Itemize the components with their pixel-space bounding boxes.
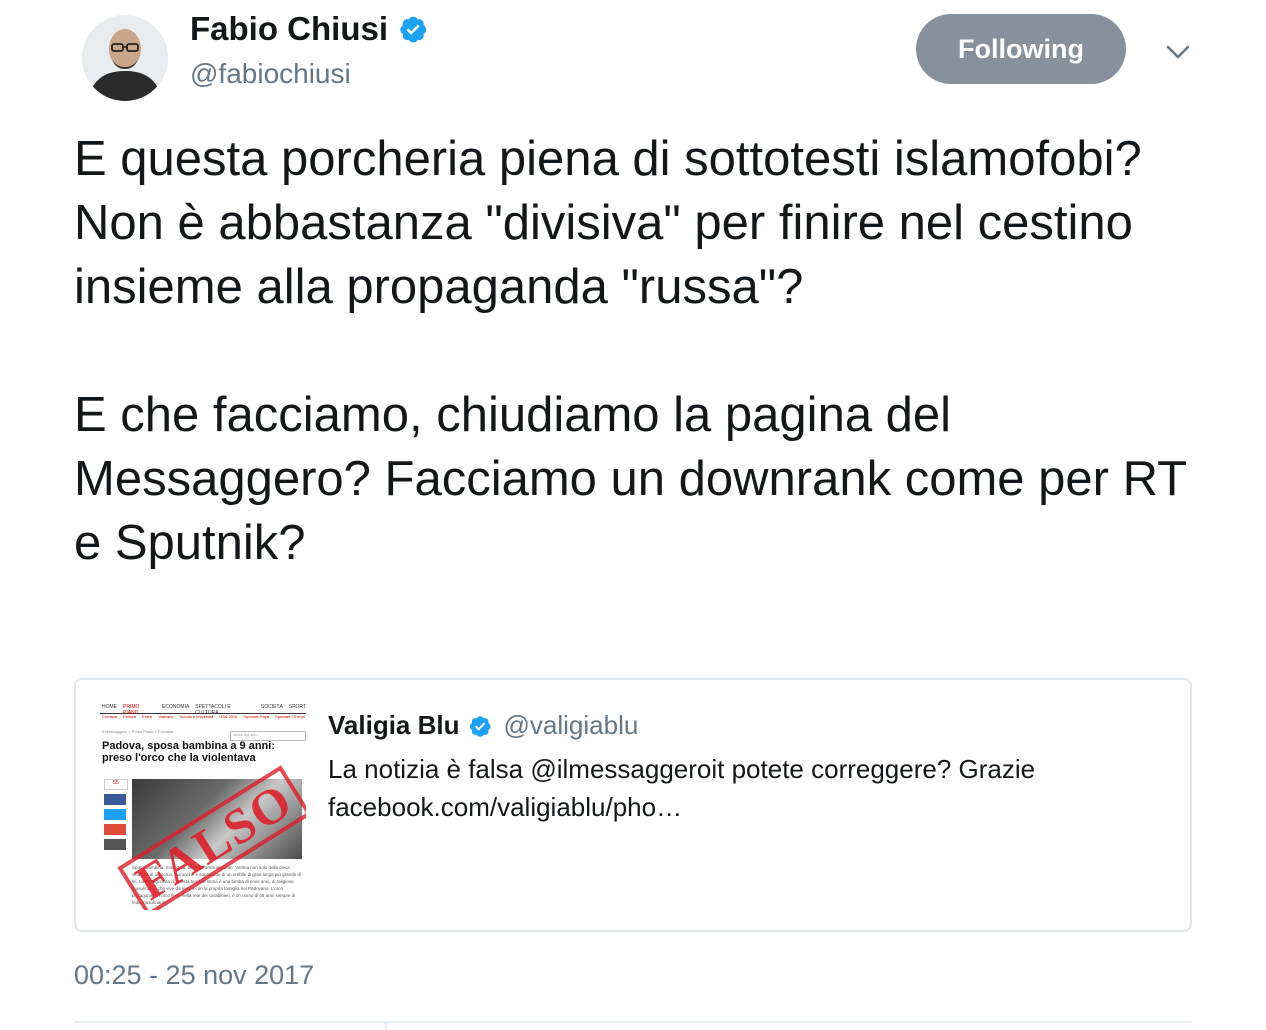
thumbnail-subnav-item: USA 2016 (219, 714, 238, 719)
print-icon (104, 839, 126, 850)
thumbnail-subnav-item: Vaticano (158, 714, 174, 719)
thumbnail-nav-item: HOME (102, 704, 117, 710)
facebook-icon (104, 794, 126, 805)
tweet-paragraph: E che facciamo, chiudiamo la pagina del … (74, 388, 1187, 570)
thumbnail-nav-item: ECONOMIA (162, 704, 190, 710)
divider (74, 1021, 1192, 1023)
thumbnail-subnav-item: Scuola e università (179, 714, 214, 719)
thumbnail-share-buttons: 55 (104, 779, 128, 850)
verified-badge-icon (468, 714, 492, 738)
thumbnail-nav-item: PRIMO PIANO (123, 704, 140, 716)
tweet-text: E questa porcheria piena di sottotesti i… (74, 127, 1214, 575)
google-plus-icon (104, 824, 126, 835)
following-button[interactable]: Following (916, 14, 1126, 84)
author-avatar[interactable] (82, 15, 168, 101)
thumbnail-search: cerca nel sito... (230, 731, 306, 741)
thumbnail-subnav-item: Speciale 70 anni (275, 714, 305, 719)
thumbnail-nav: HOME PRIMO PIANO ECONOMIA SPETTACOLI E C… (100, 704, 306, 716)
verified-badge-icon (398, 14, 428, 44)
tweet-timestamp[interactable]: 00:25 - 25 nov 2017 (74, 960, 314, 991)
thumbnail-subnav-item: Cronaca (102, 714, 118, 719)
thumbnail-subnav-item: Speciale Papa (243, 714, 270, 719)
author-name[interactable]: Fabio Chiusi (190, 10, 388, 48)
thumbnail-subnav: Cronaca Politica Esteri Vaticano Scuola … (100, 714, 306, 721)
quoted-author-name[interactable]: Valigia Blu (328, 710, 460, 741)
thumbnail-nav-item: SPETTACOLI E CULTURA (195, 704, 231, 716)
thumbnail-nav-item: SOCIETÀ (260, 704, 283, 710)
author-handle[interactable]: @fabiochiusi (190, 58, 351, 90)
author-name-row[interactable]: Fabio Chiusi (190, 10, 428, 48)
chevron-down-icon[interactable] (1162, 36, 1194, 68)
quoted-tweet-text: La notizia è falsa @ilmessaggeroit potet… (328, 754, 1036, 822)
quoted-tweet-thumbnail[interactable]: HOME PRIMO PIANO ECONOMIA SPETTACOLI E C… (100, 704, 306, 910)
thumbnail-subnav-item: Esteri (142, 714, 153, 719)
twitter-icon (104, 809, 126, 820)
share-count: 55 (104, 779, 128, 790)
thumbnail-nav-item: SPORT (288, 704, 306, 710)
thumbnail-subnav-item: Politica (123, 714, 137, 719)
quoted-author-handle[interactable]: @valigiablu (504, 710, 639, 741)
tweet-paragraph: E questa porcheria piena di sottotesti i… (74, 132, 1142, 314)
divider (385, 1021, 387, 1030)
quoted-tweet-card[interactable]: HOME PRIMO PIANO ECONOMIA SPETTACOLI E C… (74, 678, 1192, 932)
quoted-tweet-header[interactable]: Valigia Blu @valigiablu (328, 710, 638, 741)
